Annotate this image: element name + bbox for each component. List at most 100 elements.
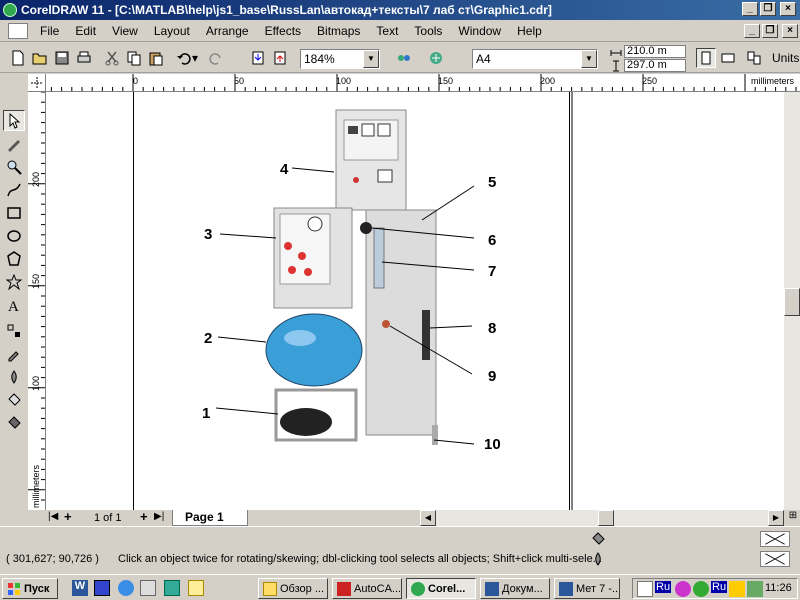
fill-tool-icon[interactable] — [3, 389, 25, 410]
save-quicklaunch-icon[interactable] — [94, 580, 110, 596]
language-indicator[interactable]: Ru — [655, 581, 672, 593]
cut-icon[interactable] — [102, 48, 122, 68]
export-icon[interactable] — [270, 48, 290, 68]
menu-bar: File Edit View Layout Arrange Effects Bi… — [0, 20, 800, 42]
menu-bitmaps[interactable]: Bitmaps — [309, 24, 368, 38]
menu-tools[interactable]: Tools — [406, 24, 450, 38]
paper-size-combo[interactable]: A4 ▼ — [472, 49, 598, 69]
page-navigator: |◀ + 1 of 1 + ▶| Page 1 ◀ ▶ ⊞ — [46, 509, 800, 526]
save-icon[interactable] — [52, 48, 72, 68]
paste-icon[interactable] — [146, 48, 166, 68]
chevron-down-icon[interactable]: ▼ — [581, 50, 597, 68]
vertical-ruler[interactable]: 200 150 100 millimeters — [28, 92, 46, 510]
menu-layout[interactable]: Layout — [146, 24, 198, 38]
cabinet-valve — [382, 320, 390, 328]
page-layout-icon[interactable] — [744, 48, 764, 68]
eyedropper-tool-icon[interactable] — [3, 343, 25, 364]
close-button[interactable]: × — [780, 2, 796, 16]
menu-effects[interactable]: Effects — [257, 24, 309, 38]
last-page-icon[interactable]: ▶| — [154, 511, 164, 522]
redo-icon[interactable] — [206, 48, 226, 68]
minimize-button[interactable]: _ — [742, 2, 758, 16]
desktop-quicklaunch-icon[interactable] — [140, 580, 156, 596]
menu-view[interactable]: View — [104, 24, 146, 38]
page-width-field[interactable]: 210.0 m — [624, 45, 686, 58]
application-launcher-icon[interactable] — [390, 48, 418, 68]
text-tool-icon[interactable]: A — [3, 294, 25, 315]
freehand-tool-icon[interactable] — [3, 179, 25, 200]
keyboard-layout-indicator[interactable]: Ru — [711, 581, 728, 593]
menu-file[interactable]: File — [32, 24, 67, 38]
ruler-h-label-250: 250 — [642, 76, 657, 86]
menu-edit[interactable]: Edit — [67, 24, 104, 38]
first-page-icon[interactable]: |◀ — [48, 511, 58, 522]
portrait-icon[interactable] — [696, 48, 716, 68]
open-icon[interactable] — [30, 48, 50, 68]
interactive-blend-tool-icon[interactable] — [3, 320, 25, 341]
doc-restore-button[interactable]: ❐ — [762, 24, 778, 38]
menu-arrange[interactable]: Arrange — [198, 24, 257, 38]
interactive-fill-tool-icon[interactable] — [3, 412, 25, 433]
horizontal-scroll-thumb[interactable] — [598, 510, 614, 526]
print-icon[interactable] — [74, 48, 94, 68]
import-icon[interactable] — [248, 48, 268, 68]
rectangle-tool-icon[interactable] — [3, 202, 25, 223]
internet-explorer-icon[interactable] — [118, 580, 134, 596]
polygon-tool-icon[interactable] — [3, 248, 25, 269]
copy-icon[interactable] — [124, 48, 144, 68]
tray-antivirus-icon[interactable] — [693, 581, 709, 597]
menu-window[interactable]: Window — [450, 24, 509, 38]
menu-help[interactable]: Help — [509, 24, 550, 38]
ruler-origin[interactable] — [28, 74, 46, 92]
zoom-combo[interactable]: 184% ▼ — [300, 49, 380, 69]
navigator-icon[interactable]: ⊞ — [786, 510, 800, 526]
task-word-met7[interactable]: Мет 7 -... — [554, 578, 620, 599]
taskbar: Пуск W Обзор ... AutoCA... Corel... Доку… — [0, 574, 800, 600]
vertical-scrollbar[interactable] — [784, 92, 800, 510]
horizontal-ruler[interactable]: 0 50 100 150 200 250 millimeters — [46, 74, 800, 92]
tray-volume-icon[interactable] — [747, 581, 763, 597]
word-quicklaunch-icon[interactable]: W — [72, 580, 88, 596]
ellipse-tool-icon[interactable] — [3, 225, 25, 246]
callout-1: 1 — [202, 405, 210, 422]
shape-tool-icon[interactable] — [3, 133, 25, 154]
landscape-icon[interactable] — [718, 48, 738, 68]
scroll-right-icon[interactable]: ▶ — [768, 510, 784, 526]
task-coreldraw-label: Corel... — [428, 582, 466, 595]
menu-text[interactable]: Text — [368, 24, 406, 38]
meter-3 — [377, 123, 391, 137]
lab-stand-drawing[interactable]: 1 2 3 4 5 6 7 8 9 10 — [196, 100, 526, 505]
pick-tool-icon[interactable] — [3, 110, 25, 131]
start-button[interactable]: Пуск — [2, 578, 58, 599]
tab-page-1[interactable]: Page 1 — [172, 510, 248, 526]
chevron-down-icon[interactable]: ▼ — [363, 50, 379, 68]
doc-minimize-button[interactable]: _ — [744, 24, 760, 38]
add-page-icon[interactable]: + — [64, 509, 72, 524]
new-icon[interactable] — [8, 48, 28, 68]
zoom-tool-icon[interactable] — [3, 156, 25, 177]
basic-shapes-tool-icon[interactable] — [3, 271, 25, 292]
task-autocad[interactable]: AutoCA... — [332, 578, 402, 599]
task-explorer[interactable]: Обзор ... — [258, 578, 328, 599]
scroll-left-icon[interactable]: ◀ — [420, 510, 436, 526]
document-icon[interactable] — [8, 22, 28, 39]
doc-close-button[interactable]: × — [782, 24, 798, 38]
vertical-scroll-thumb[interactable] — [784, 288, 800, 316]
page-height-field[interactable]: 297.0 m — [624, 59, 686, 72]
units-label: Units: — [772, 51, 800, 65]
callout-4: 4 — [280, 161, 289, 178]
tray-app-icon[interactable] — [637, 581, 653, 597]
outlook-quicklaunch-icon[interactable] — [164, 580, 180, 596]
outline-tool-icon[interactable] — [3, 366, 25, 387]
tray-network-icon[interactable] — [729, 581, 745, 597]
task-word-document[interactable]: Докум... — [480, 578, 550, 599]
horizontal-scrollbar[interactable]: ◀ ▶ — [420, 510, 784, 526]
drawing-canvas[interactable]: 1 2 3 4 5 6 7 8 9 10 — [46, 92, 784, 510]
corel-online-icon[interactable] — [426, 48, 446, 68]
notepad-quicklaunch-icon[interactable] — [188, 580, 204, 596]
task-coreldraw[interactable]: Corel... — [406, 578, 476, 599]
maximize-button[interactable]: ❐ — [760, 2, 776, 16]
add-page-after-icon[interactable]: + — [140, 509, 148, 524]
tray-media-icon[interactable] — [675, 581, 691, 597]
undo-dropdown-icon[interactable]: ▾ — [190, 48, 200, 68]
